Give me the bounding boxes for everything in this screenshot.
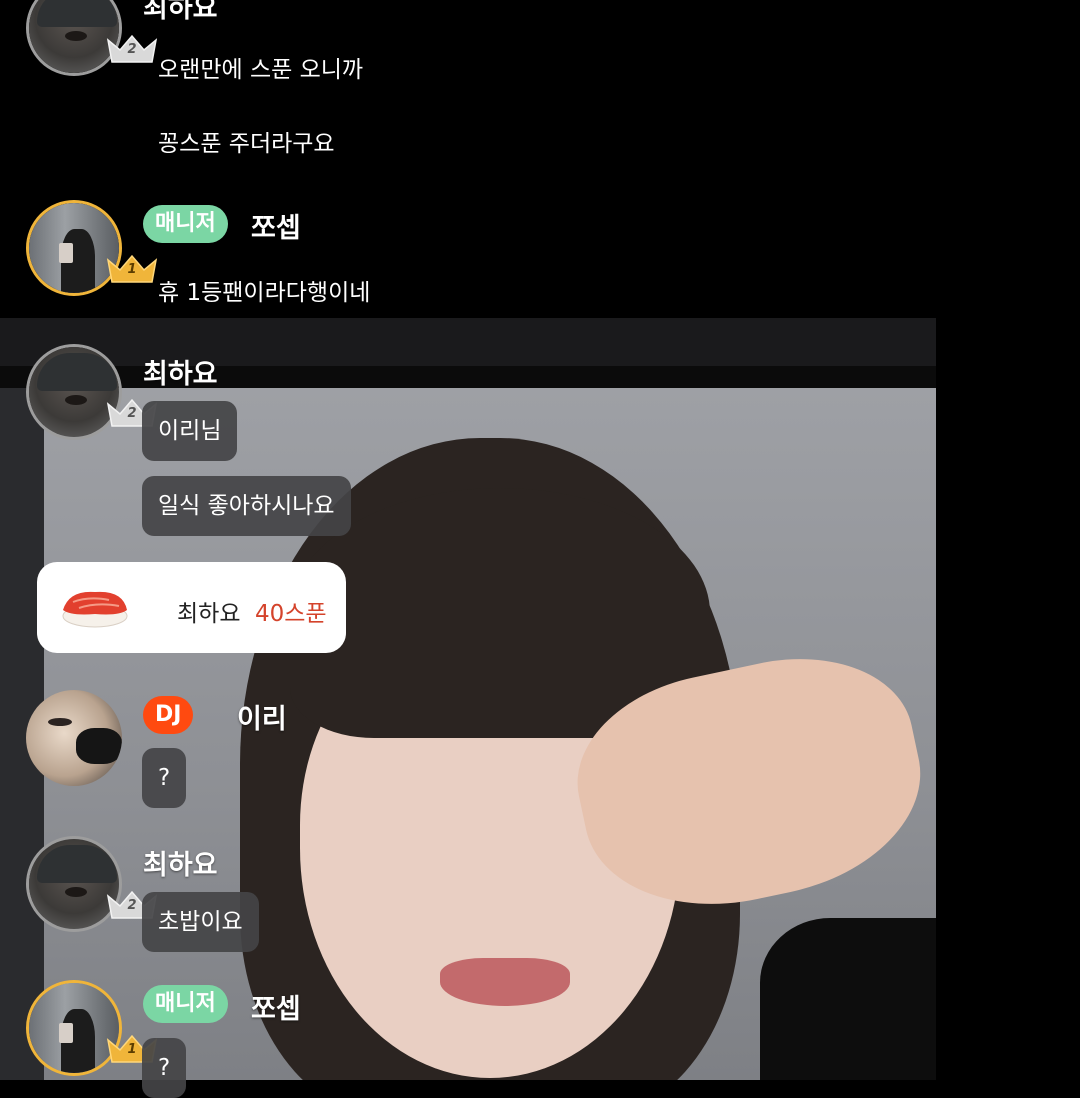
chat-bubble: ? <box>142 1038 187 1098</box>
streamer-shoulder <box>760 918 936 1080</box>
sushi-icon <box>59 584 131 630</box>
avatar[interactable] <box>26 690 122 786</box>
user-avatar-group[interactable]: 1 <box>26 200 158 304</box>
chat-text: 오랜만에 스푼 오니까 <box>158 57 364 83</box>
user-avatar-group[interactable]: 1 <box>26 980 158 1084</box>
user-avatar-group[interactable] <box>26 690 130 794</box>
chat-bubble: ? <box>142 748 187 808</box>
video-frame-bar <box>0 366 936 388</box>
username[interactable]: 최하요 <box>143 843 218 882</box>
streamer-lips <box>440 958 570 1006</box>
manager-badge: 매니저 <box>143 205 228 243</box>
gift-sender: 최하요 <box>177 601 241 627</box>
gift-amount: 40스푼 <box>255 601 327 627</box>
username[interactable]: 최하요 <box>143 0 218 25</box>
username[interactable]: 최하요 <box>143 352 218 391</box>
username[interactable]: 이리 <box>237 697 287 736</box>
fan-rank-number: 2 <box>127 42 137 57</box>
dj-badge: DJ <box>143 696 194 734</box>
fan-rank-crown-icon: 2 <box>106 34 158 64</box>
user-avatar-group[interactable]: 2 <box>26 0 158 84</box>
fan-rank-crown-icon: 1 <box>106 254 158 284</box>
user-avatar-group[interactable]: 2 <box>26 344 158 448</box>
username[interactable]: 쪼셉 <box>251 206 301 245</box>
live-stream-video[interactable] <box>0 318 936 1080</box>
manager-badge: 매니저 <box>143 985 228 1023</box>
gift-notification[interactable]: 최하요 40스푼 <box>37 562 346 653</box>
chat-text: 휴 1등팬이라다행이네 <box>158 280 371 306</box>
fan-rank-number: 1 <box>127 262 137 277</box>
video-top-strip <box>0 318 936 366</box>
username[interactable]: 쪼셉 <box>251 987 301 1026</box>
user-avatar-group[interactable]: 2 <box>26 836 158 940</box>
chat-bubble: 이리님 <box>142 401 238 461</box>
chat-bubble: 초밥이요 <box>142 892 259 952</box>
chat-bubble: 일식 좋아하시나요 <box>142 476 351 536</box>
chat-text: 꽁스푼 주더라구요 <box>158 131 335 157</box>
